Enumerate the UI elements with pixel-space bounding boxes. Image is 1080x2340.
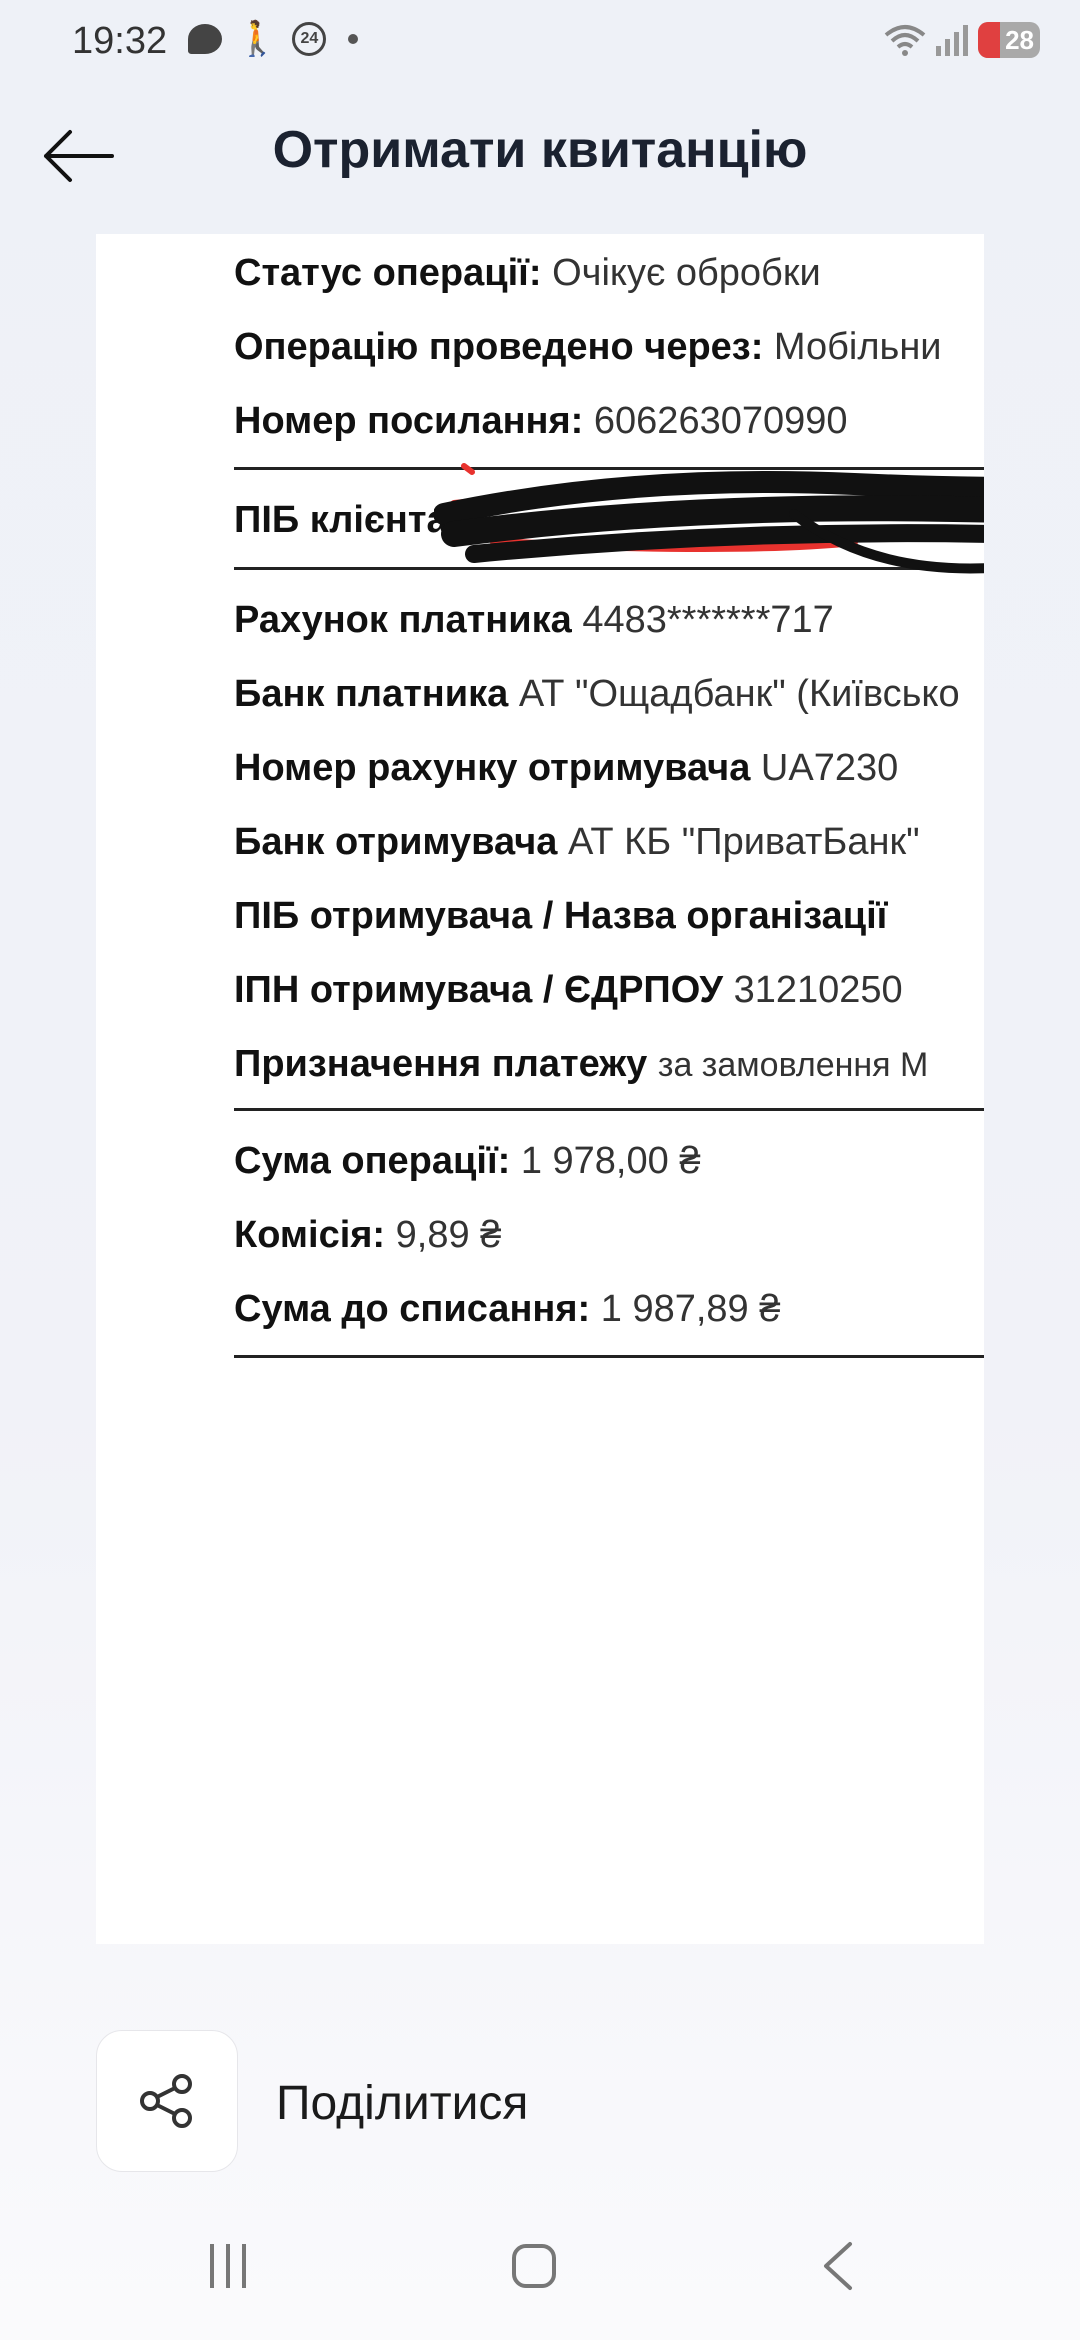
row-reference: Номер посилання: 606263070990 [234,400,848,443]
chat-bubble-icon [188,24,222,54]
recipient-code-value: 31210250 [733,969,903,1011]
payer-account-label: Рахунок платника [234,599,572,641]
status-bar: 19:32 🚶 24 28 [0,0,1080,84]
recipient-bank-value: АТ КБ "ПриватБанк" [567,821,920,863]
payer-bank-label: Банк платника [234,673,509,715]
divider [234,1108,984,1111]
back-icon[interactable] [818,2240,858,2292]
home-icon[interactable] [512,2244,556,2288]
amount-value: 1 978,00 ₴ [520,1140,701,1182]
status-right-icons: 28 [884,22,1040,58]
share-label[interactable]: Поділитися [276,2076,528,2131]
row-channel: Операцію проведено через: Мобільни [234,326,942,369]
row-fee: Комісія: 9,89 ₴ [234,1214,501,1257]
row-client-name: ПІБ клієнта [234,499,448,542]
divider [234,1355,984,1358]
recipient-bank-label: Банк отримувача [234,821,558,863]
status-time: 19:32 [72,20,168,62]
channel-value: Мобільни [773,326,942,368]
purpose-value: за замовлення М [657,1046,929,1084]
recipient-code-label: ІПН отримувача / ЄДРПОУ [234,969,723,1011]
row-recipient-account: Номер рахунку отримувача UA7230 [234,747,898,790]
payer-bank-value: АТ "Ощадбанк" (Київсько [518,673,960,715]
row-recipient-name: ПІБ отримувача / Назва організації [234,895,887,938]
receipt-preview: Статус операції: Очікує обробки Операцію… [96,234,984,1944]
header: Отримати квитанцію [0,110,1080,200]
signal-icon [936,24,968,56]
walking-icon: 🚶 [236,20,279,58]
amount-label: Сума операції: [234,1140,511,1182]
client-name-label: ПІБ клієнта [234,499,448,541]
payer-account-value: 4483*******717 [582,599,834,641]
navigation-bar [0,2220,1080,2340]
status-left-icons: 🚶 24 [188,20,359,58]
24-icon: 24 [292,22,327,56]
battery-level: 28 [1005,24,1034,55]
row-recipient-bank: Банк отримувача АТ КБ "ПриватБанк" [234,821,920,864]
row-total: Сума до списання: 1 987,89 ₴ [234,1288,780,1331]
row-recipient-code: ІПН отримувача / ЄДРПОУ 31210250 [234,969,903,1012]
fee-label: Комісія: [234,1214,386,1256]
purpose-label: Призначення платежу [234,1043,648,1085]
recipient-account-value: UA7230 [760,747,899,789]
share-button[interactable] [96,2030,238,2172]
share-icon [140,2074,192,2128]
wifi-icon [884,25,926,56]
redaction-scribble [434,463,984,574]
status-label: Статус операції: [234,252,542,294]
recipient-account-label: Номер рахунку отримувача [234,747,751,789]
total-label: Сума до списання: [234,1288,591,1330]
recents-icon[interactable] [210,2244,246,2288]
battery-icon: 28 [978,22,1040,58]
recipient-name-label: ПІБ отримувача / Назва організації [234,895,888,937]
fee-value: 9,89 ₴ [395,1214,502,1256]
total-value: 1 987,89 ₴ [600,1288,781,1330]
row-payer-bank: Банк платника АТ "Ощадбанк" (Київсько [234,673,960,716]
reference-label: Номер посилання: [234,400,584,442]
row-purpose: Призначення платежу за замовлення М [234,1043,928,1086]
dot-icon [348,34,359,44]
page-title: Отримати квитанцію [272,121,808,179]
channel-label: Операцію проведено через: [234,326,764,368]
row-payer-account: Рахунок платника 4483*******717 [234,599,834,642]
status-value: Очікує обробки [552,252,821,294]
row-amount: Сума операції: 1 978,00 ₴ [234,1140,700,1183]
reference-value: 606263070990 [593,400,848,442]
row-status: Статус операції: Очікує обробки [234,252,821,295]
